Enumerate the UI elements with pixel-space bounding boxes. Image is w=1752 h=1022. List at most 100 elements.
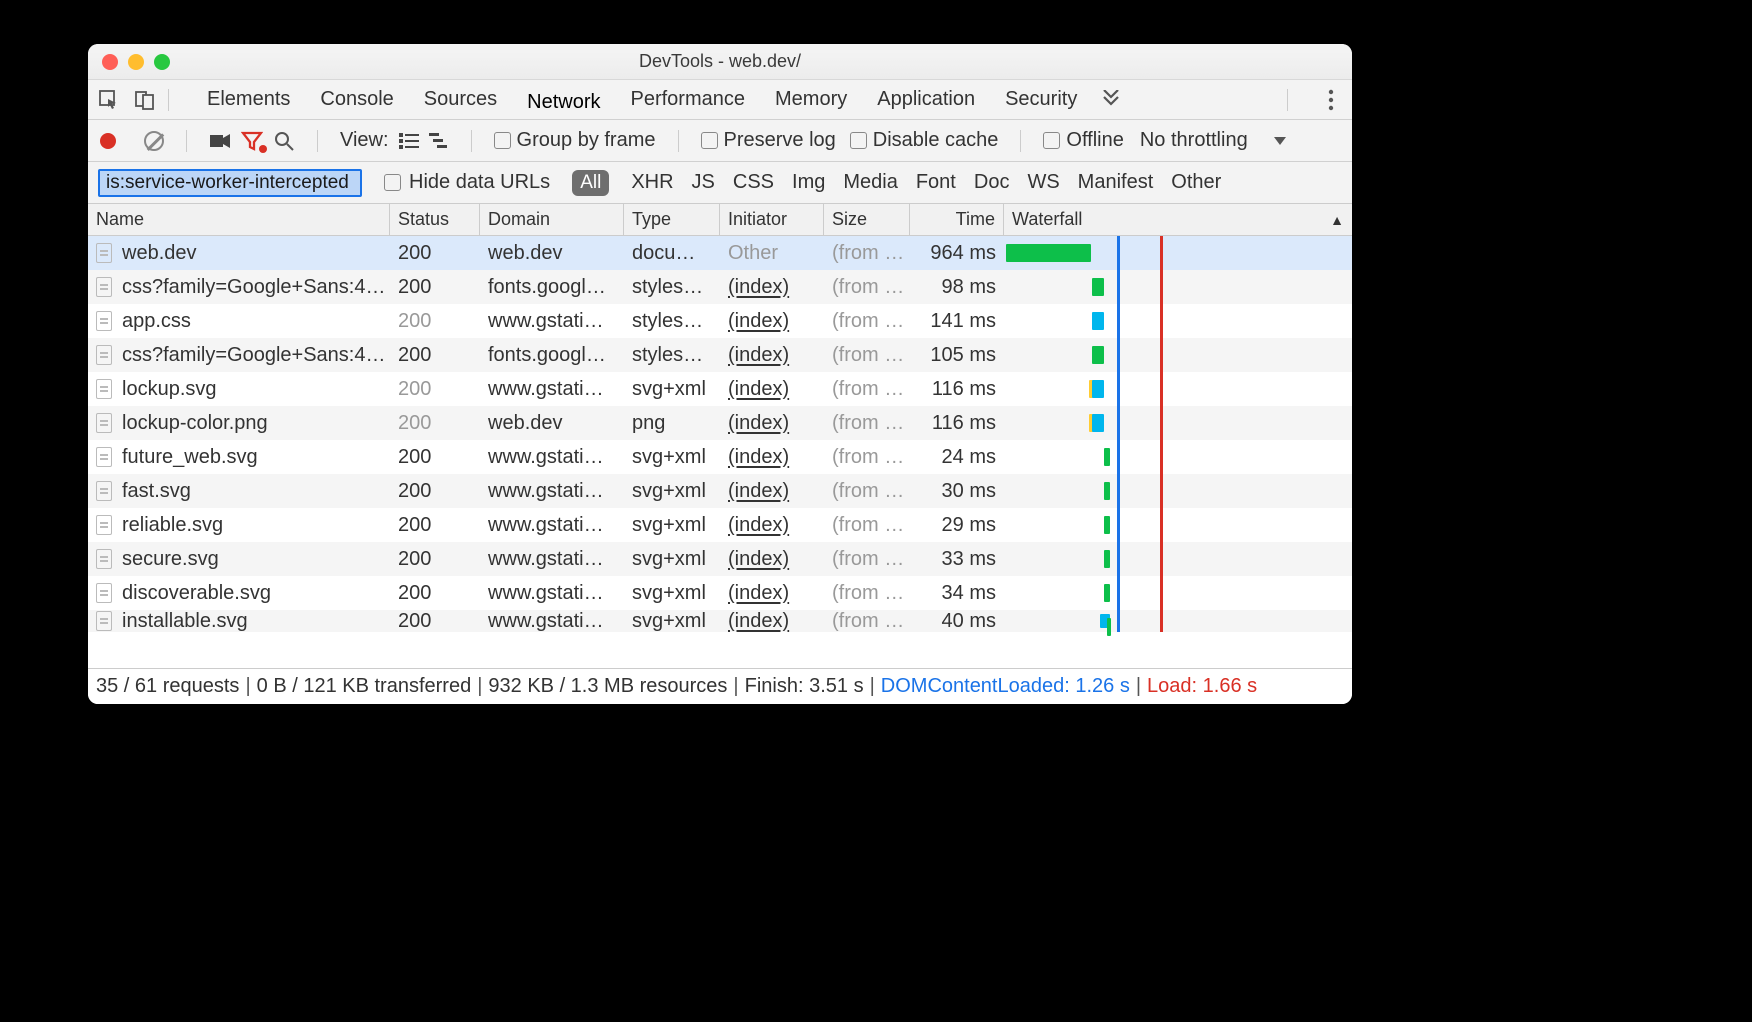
request-name: discoverable.svg xyxy=(122,582,271,605)
file-icon xyxy=(96,481,112,501)
tab-sources[interactable]: Sources xyxy=(424,82,497,117)
preserve-log-checkbox[interactable] xyxy=(701,132,718,149)
request-status: 200 xyxy=(390,304,480,338)
device-icon[interactable] xyxy=(134,89,156,111)
request-time: 98 ms xyxy=(910,270,1004,304)
request-type: svg+xml xyxy=(624,508,720,542)
throttling-select[interactable]: No throttling xyxy=(1140,129,1248,152)
tab-application[interactable]: Application xyxy=(877,82,975,117)
filter-manifest[interactable]: Manifest xyxy=(1078,171,1154,194)
col-waterfall[interactable]: Waterfall▲ xyxy=(1004,204,1352,235)
filter-js[interactable]: JS xyxy=(692,171,715,194)
request-initiator[interactable]: (index) xyxy=(720,508,824,542)
request-type: svg+xml xyxy=(624,440,720,474)
request-status: 200 xyxy=(390,270,480,304)
col-type[interactable]: Type xyxy=(624,204,720,235)
table-row[interactable]: css?family=Google+Sans:4…200fonts.googl…… xyxy=(88,338,1352,372)
panel-tabbar: ElementsConsoleSourcesNetworkPerformance… xyxy=(88,80,1352,120)
inspect-icon[interactable] xyxy=(98,89,120,111)
filter-doc[interactable]: Doc xyxy=(974,171,1010,194)
search-icon[interactable] xyxy=(273,130,295,152)
request-initiator[interactable]: (index) xyxy=(720,474,824,508)
request-waterfall xyxy=(1004,236,1352,270)
request-initiator[interactable]: (index) xyxy=(720,440,824,474)
request-waterfall xyxy=(1004,406,1352,440)
filter-bar: Hide data URLs All XHR JS CSS Img Media Font D… xyxy=(88,162,1352,204)
request-initiator[interactable]: (index) xyxy=(720,372,824,406)
filter-media[interactable]: Media xyxy=(843,171,897,194)
tab-performance[interactable]: Performance xyxy=(631,82,746,117)
tab-memory[interactable]: Memory xyxy=(775,82,847,117)
offline-checkbox[interactable] xyxy=(1043,132,1060,149)
request-status: 200 xyxy=(390,372,480,406)
list-view-icon[interactable] xyxy=(399,133,419,149)
overflow-icon[interactable] xyxy=(1101,90,1121,110)
hide-urls-checkbox[interactable] xyxy=(384,174,401,191)
waterfall-view-icon[interactable] xyxy=(429,133,449,149)
request-initiator[interactable]: (index) xyxy=(720,338,824,372)
table-row[interactable]: future_web.svg200www.gstati…svg+xml(inde… xyxy=(88,440,1352,474)
request-domain: www.gstati… xyxy=(480,474,624,508)
col-status[interactable]: Status xyxy=(390,204,480,235)
request-initiator[interactable]: (index) xyxy=(720,270,824,304)
col-initiator[interactable]: Initiator xyxy=(720,204,824,235)
col-time[interactable]: Time xyxy=(910,204,1004,235)
table-row[interactable]: lockup.svg200www.gstati…svg+xml(index)(f… xyxy=(88,372,1352,406)
request-time: 141 ms xyxy=(910,304,1004,338)
filter-xhr[interactable]: XHR xyxy=(631,171,673,194)
camera-icon[interactable] xyxy=(209,133,231,149)
table-row[interactable]: secure.svg200www.gstati…svg+xml(index)(f… xyxy=(88,542,1352,576)
request-initiator[interactable]: (index) xyxy=(720,406,824,440)
tab-elements[interactable]: Elements xyxy=(207,82,290,117)
filter-all[interactable]: All xyxy=(572,170,609,196)
table-row[interactable]: fast.svg200www.gstati…svg+xml(index)(fro… xyxy=(88,474,1352,508)
kebab-icon[interactable] xyxy=(1320,89,1342,111)
request-name: app.css xyxy=(122,310,191,333)
file-icon xyxy=(96,549,112,569)
filter-other[interactable]: Other xyxy=(1171,171,1221,194)
table-row[interactable]: app.css200www.gstati…styles…(index)(from… xyxy=(88,304,1352,338)
table-row[interactable]: reliable.svg200www.gstati…svg+xml(index)… xyxy=(88,508,1352,542)
tab-network[interactable]: Network xyxy=(527,85,600,124)
table-row[interactable]: lockup-color.png200web.devpng(index)(fro… xyxy=(88,406,1352,440)
col-domain[interactable]: Domain xyxy=(480,204,624,235)
record-icon[interactable] xyxy=(100,133,116,149)
group-by-frame-checkbox[interactable] xyxy=(494,132,511,149)
chevron-down-icon[interactable] xyxy=(1274,137,1286,145)
col-name[interactable]: Name xyxy=(88,204,390,235)
request-initiator[interactable]: (index) xyxy=(720,304,824,338)
request-time: 116 ms xyxy=(910,406,1004,440)
filter-img[interactable]: Img xyxy=(792,171,825,194)
footer-load: Load: 1.66 s xyxy=(1147,675,1257,698)
tab-security[interactable]: Security xyxy=(1005,82,1077,117)
col-size[interactable]: Size xyxy=(824,204,910,235)
filter-input[interactable] xyxy=(98,169,362,197)
request-status: 200 xyxy=(390,610,480,632)
request-initiator[interactable]: Other xyxy=(720,236,824,270)
request-initiator[interactable]: (index) xyxy=(720,542,824,576)
file-icon xyxy=(96,379,112,399)
request-type: svg+xml xyxy=(624,372,720,406)
request-initiator[interactable]: (index) xyxy=(720,610,824,632)
tab-console[interactable]: Console xyxy=(320,82,393,117)
file-icon xyxy=(96,243,112,263)
table-row[interactable]: installable.svg200www.gstati…svg+xml(ind… xyxy=(88,610,1352,632)
disable-cache-checkbox[interactable] xyxy=(850,132,867,149)
request-type: styles… xyxy=(624,270,720,304)
filter-css[interactable]: CSS xyxy=(733,171,774,194)
filter-font[interactable]: Font xyxy=(916,171,956,194)
table-row[interactable]: web.dev200web.devdocu…Other(from …964 ms xyxy=(88,236,1352,270)
request-domain: fonts.googl… xyxy=(480,338,624,372)
request-time: 116 ms xyxy=(910,372,1004,406)
preserve-log-label: Preserve log xyxy=(724,129,836,152)
request-type: styles… xyxy=(624,304,720,338)
filter-ws[interactable]: WS xyxy=(1027,171,1059,194)
filter-icon[interactable] xyxy=(241,131,263,151)
table-row[interactable]: discoverable.svg200www.gstati…svg+xml(in… xyxy=(88,576,1352,610)
window-title: DevTools - web.dev/ xyxy=(88,51,1352,72)
group-by-frame-label: Group by frame xyxy=(517,129,656,152)
request-initiator[interactable]: (index) xyxy=(720,576,824,610)
table-row[interactable]: css?family=Google+Sans:4…200fonts.googl…… xyxy=(88,270,1352,304)
clear-icon[interactable] xyxy=(144,131,164,151)
hide-urls-label: Hide data URLs xyxy=(409,171,550,194)
